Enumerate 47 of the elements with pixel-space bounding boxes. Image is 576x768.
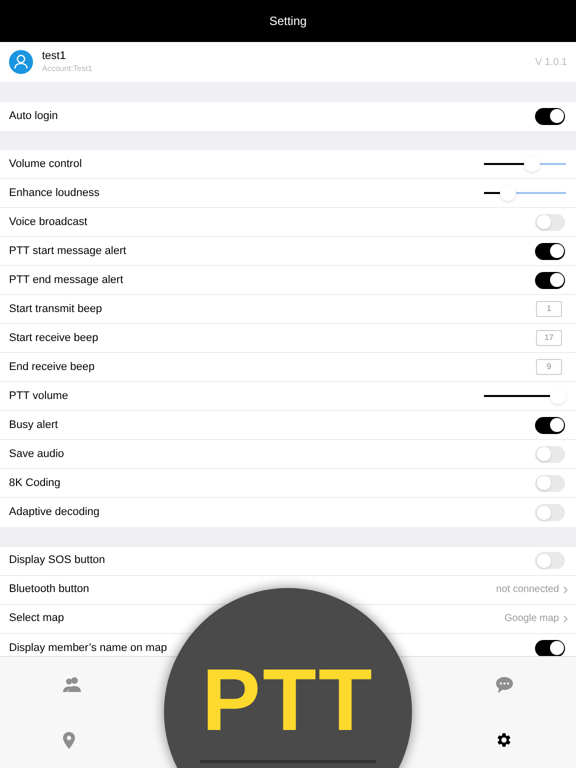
setting-label: Start receive beep bbox=[9, 330, 100, 346]
user-name: test1 bbox=[42, 49, 67, 63]
setting-label: Save audio bbox=[9, 446, 66, 462]
number-field[interactable]: 17 bbox=[536, 330, 562, 346]
chevron-icon bbox=[563, 614, 568, 622]
setting-label: Select map bbox=[9, 611, 66, 626]
toggle-switch[interactable] bbox=[535, 272, 565, 288]
slider-thumb[interactable] bbox=[500, 185, 516, 201]
slider-thumb[interactable] bbox=[524, 156, 540, 172]
toggle-switch[interactable] bbox=[535, 108, 565, 124]
setting-label: PTT end message alert bbox=[9, 272, 124, 288]
setting-label: Display SOS button bbox=[9, 553, 106, 568]
setting-label: End receive beep bbox=[9, 360, 96, 375]
value-label: Google map bbox=[504, 612, 559, 626]
toggle-switch[interactable] bbox=[535, 640, 565, 656]
setting-label: Voice broadcast bbox=[9, 214, 88, 230]
toggle-switch[interactable] bbox=[535, 214, 565, 230]
setting-label: Enhance loudness bbox=[9, 186, 101, 201]
toggle-switch[interactable] bbox=[535, 474, 565, 492]
value-label: not connected bbox=[496, 583, 559, 597]
toggle-switch[interactable] bbox=[535, 446, 565, 462]
settings-icon[interactable] bbox=[495, 731, 513, 750]
window-title: Setting bbox=[269, 13, 307, 30]
toggle-switch[interactable] bbox=[535, 552, 565, 569]
setting-label: Busy alert bbox=[9, 418, 59, 433]
number-field[interactable]: 1 bbox=[536, 301, 562, 317]
setting-label: Start transmit beep bbox=[9, 302, 103, 317]
toggle-switch[interactable] bbox=[535, 242, 565, 260]
account-id: Account:Test1 bbox=[42, 63, 94, 75]
setting-label: Bluetooth button bbox=[9, 582, 90, 598]
chevron-icon bbox=[563, 586, 568, 594]
setting-label: PTT start message alert bbox=[9, 244, 128, 259]
setting-label: 8K Coding bbox=[9, 476, 62, 491]
setting-label: PTT volume bbox=[9, 388, 70, 404]
slider-thumb[interactable] bbox=[550, 388, 566, 404]
location-pin-icon[interactable] bbox=[63, 732, 75, 749]
number-field[interactable]: 9 bbox=[536, 359, 562, 375]
setting-label: Auto login bbox=[9, 108, 59, 124]
chat-bubble-icon[interactable] bbox=[496, 676, 513, 693]
avatar-icon bbox=[9, 50, 33, 74]
people-icon[interactable] bbox=[63, 677, 81, 692]
toggle-switch[interactable] bbox=[535, 416, 565, 434]
setting-label: Adaptive decoding bbox=[9, 505, 101, 520]
setting-label: Display member’s name on map bbox=[9, 640, 168, 656]
toggle-switch[interactable] bbox=[535, 504, 565, 521]
version-label: V 1.0.1 bbox=[535, 56, 567, 70]
setting-label: Volume control bbox=[9, 156, 83, 172]
